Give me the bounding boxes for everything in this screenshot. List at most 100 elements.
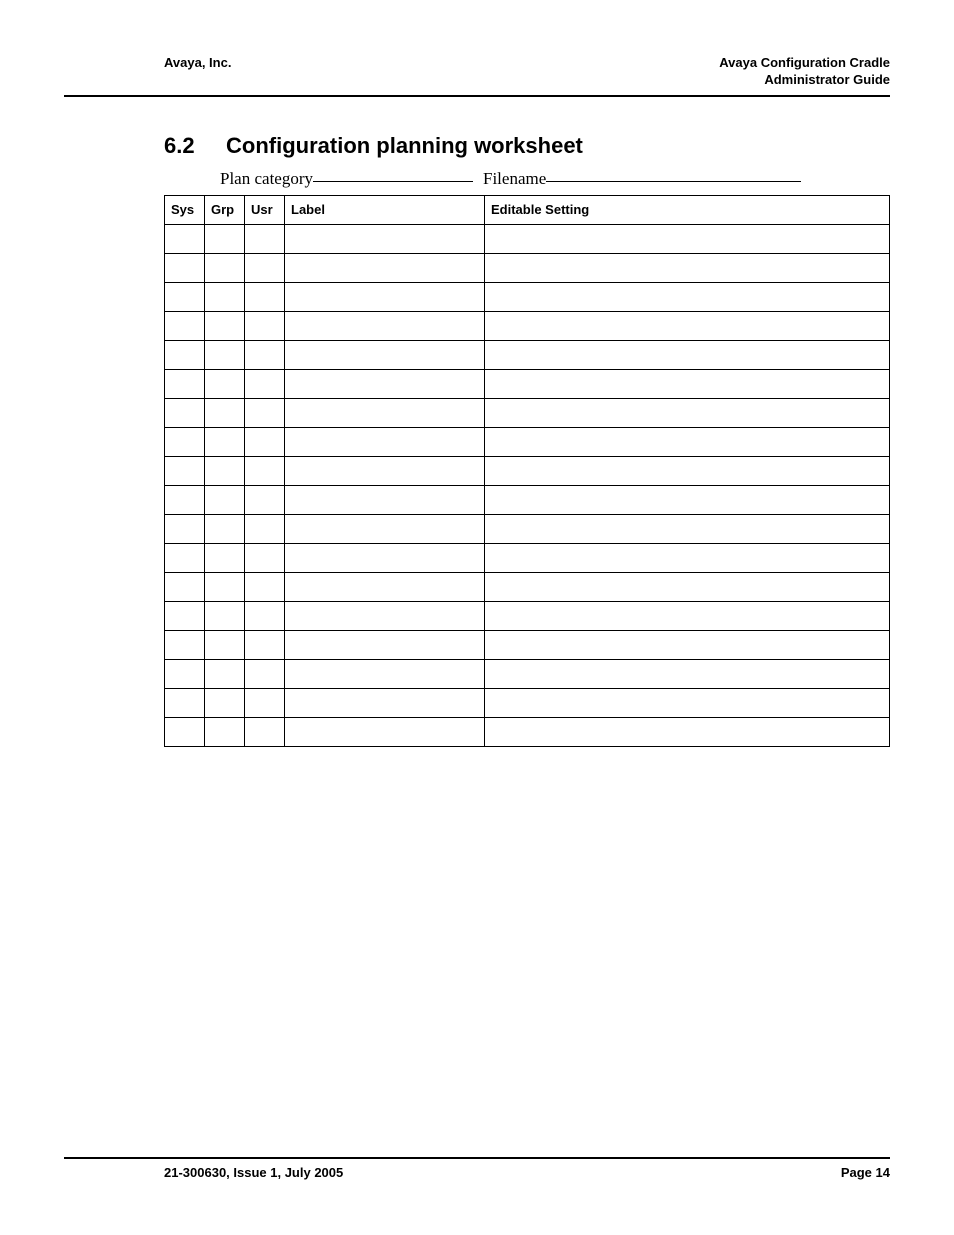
table-cell [165,456,205,485]
table-cell [285,340,485,369]
header-right: Avaya Configuration Cradle Administrator… [719,55,890,89]
table-cell [165,427,205,456]
table-cell [285,630,485,659]
section-heading: 6.2 Configuration planning worksheet [164,133,890,159]
table-row [165,485,890,514]
table-cell [285,427,485,456]
page-content: 6.2 Configuration planning worksheet Pla… [64,97,890,747]
table-cell [205,485,245,514]
table-cell [285,311,485,340]
table-cell [285,601,485,630]
table-cell [165,485,205,514]
table-row [165,601,890,630]
table-header-row: Sys Grp Usr Label Editable Setting [165,195,890,224]
filename-field: Filename [483,167,801,189]
table-cell [165,688,205,717]
section-title: Configuration planning worksheet [226,133,583,159]
table-cell [165,717,205,746]
table-cell [205,369,245,398]
table-cell [485,543,890,572]
table-row [165,717,890,746]
table-cell [485,398,890,427]
table-cell [485,572,890,601]
table-cell [165,253,205,282]
table-cell [205,717,245,746]
table-cell [245,253,285,282]
table-cell [245,543,285,572]
table-cell [205,253,245,282]
table-cell [165,543,205,572]
table-cell [485,456,890,485]
table-cell [205,311,245,340]
table-cell [485,514,890,543]
table-cell [165,369,205,398]
table-cell [245,688,285,717]
table-cell [205,630,245,659]
table-row [165,572,890,601]
table-cell [205,572,245,601]
table-cell [245,514,285,543]
table-row [165,427,890,456]
table-cell [285,572,485,601]
table-cell [165,282,205,311]
table-cell [485,485,890,514]
table-cell [245,311,285,340]
table-row [165,659,890,688]
table-cell [165,340,205,369]
table-cell [245,369,285,398]
page-header: Avaya, Inc. Avaya Configuration Cradle A… [64,55,890,97]
table-cell [285,224,485,253]
table-cell [485,688,890,717]
table-cell [285,514,485,543]
table-cell [245,601,285,630]
table-cell [245,427,285,456]
table-cell [245,659,285,688]
table-cell [245,340,285,369]
table-row [165,253,890,282]
table-cell [285,398,485,427]
table-cell [245,224,285,253]
table-cell [285,543,485,572]
table-cell [245,398,285,427]
table-cell [165,514,205,543]
table-body [165,224,890,746]
col-header-usr: Usr [245,195,285,224]
table-row [165,456,890,485]
table-cell [205,688,245,717]
header-right-line1: Avaya Configuration Cradle [719,55,890,72]
table-cell [245,485,285,514]
table-cell [205,398,245,427]
col-header-editable: Editable Setting [485,195,890,224]
table-cell [165,659,205,688]
table-cell [205,224,245,253]
table-row [165,340,890,369]
filename-blank [546,165,801,182]
table-cell [165,224,205,253]
fill-in-line: Plan category Filename [164,167,890,189]
table-row [165,398,890,427]
table-cell [205,340,245,369]
table-row [165,630,890,659]
table-cell [485,717,890,746]
table-cell [285,688,485,717]
table-cell [205,601,245,630]
table-cell [205,282,245,311]
plan-category-field: Plan category [220,167,473,189]
table-cell [485,369,890,398]
plan-category-label: Plan category [220,169,313,189]
col-header-grp: Grp [205,195,245,224]
table-cell [165,572,205,601]
table-cell [165,311,205,340]
table-cell [485,311,890,340]
page-footer: 21-300630, Issue 1, July 2005 Page 14 [64,1157,890,1180]
header-right-line2: Administrator Guide [719,72,890,89]
table-cell [165,630,205,659]
table-cell [285,369,485,398]
filename-label: Filename [483,169,546,189]
table-cell [485,224,890,253]
table-cell [245,630,285,659]
table-cell [485,601,890,630]
table-cell [245,282,285,311]
plan-category-blank [313,165,473,182]
worksheet-table: Sys Grp Usr Label Editable Setting [164,195,890,747]
